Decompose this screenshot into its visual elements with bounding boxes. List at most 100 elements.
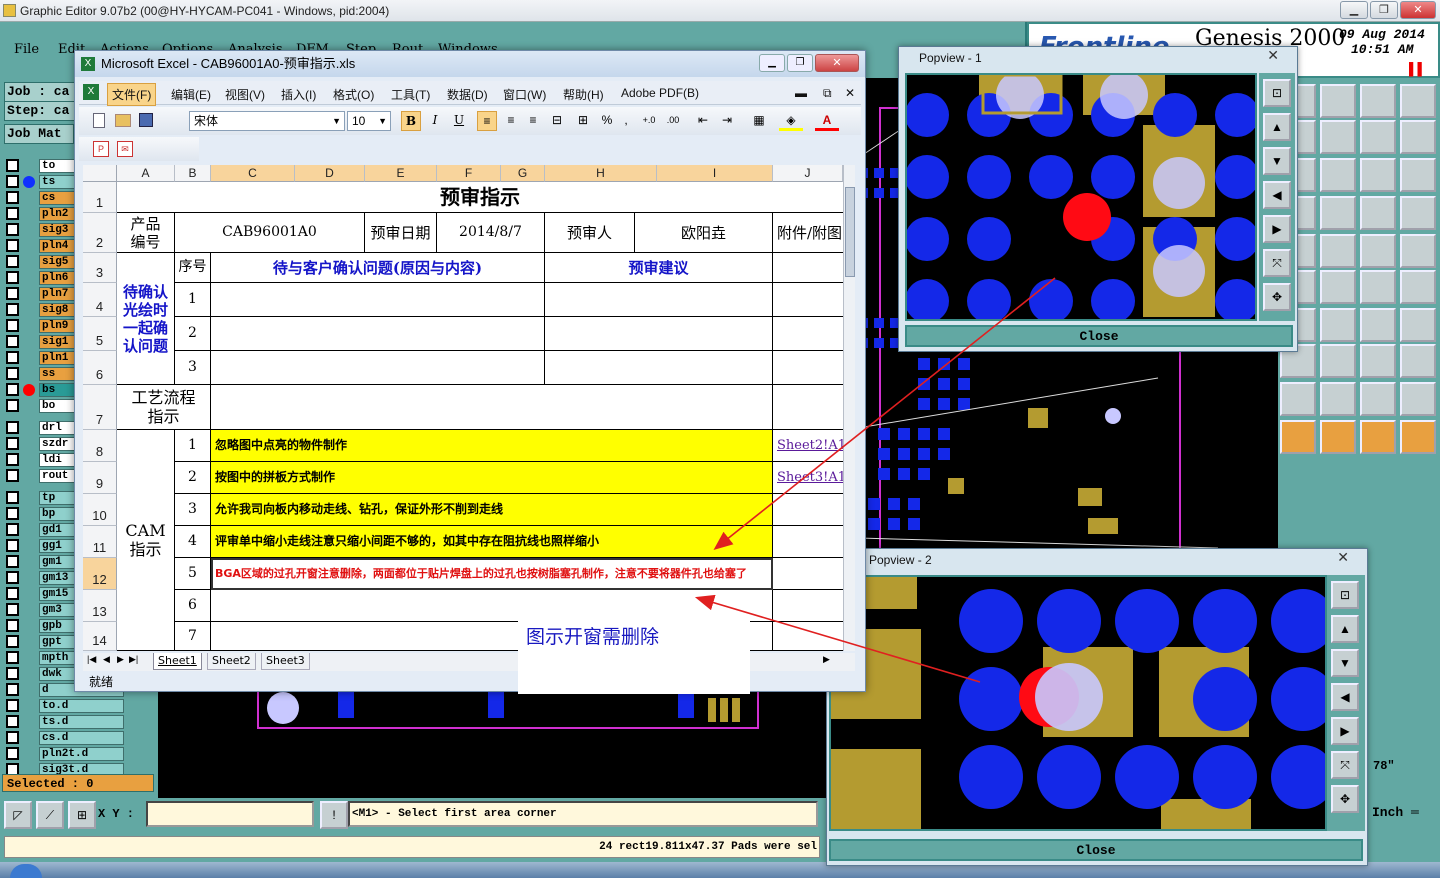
cell[interactable] bbox=[211, 351, 545, 385]
review-date-value-cell[interactable]: 2014/8/7 bbox=[437, 213, 545, 253]
suggestion-header-cell[interactable]: 预审建议 bbox=[545, 253, 773, 283]
layer-checkbox[interactable] bbox=[6, 383, 19, 396]
layer-checkbox[interactable] bbox=[6, 223, 19, 236]
excel-close-button[interactable]: ✕ bbox=[815, 54, 859, 72]
alert-icon[interactable]: ! bbox=[320, 801, 348, 829]
cell[interactable] bbox=[211, 283, 545, 317]
increase-decimal-icon[interactable]: +.0 bbox=[639, 111, 659, 131]
column-header[interactable]: I bbox=[657, 165, 773, 182]
layer-checkbox[interactable] bbox=[6, 539, 19, 552]
italic-button[interactable]: I bbox=[425, 111, 445, 131]
layer-checkbox[interactable] bbox=[6, 587, 19, 600]
layer-checkbox[interactable] bbox=[6, 651, 19, 664]
pan-right-icon[interactable]: ▶ bbox=[1331, 717, 1359, 745]
menu-window[interactable]: 窗口(W) bbox=[503, 86, 546, 103]
column-header[interactable]: G bbox=[501, 165, 545, 182]
layer-checkbox[interactable] bbox=[6, 683, 19, 696]
layer-checkbox[interactable] bbox=[6, 491, 19, 504]
layer-checkbox[interactable] bbox=[6, 159, 19, 172]
bold-button[interactable]: B bbox=[401, 111, 421, 131]
resize-tool-icon[interactable]: ◸ bbox=[4, 801, 32, 829]
popview-1-close-x[interactable]: ✕ bbox=[1267, 47, 1279, 64]
maximize-button[interactable]: ❐ bbox=[1370, 1, 1398, 19]
indent-decrease-icon[interactable]: ⇤ bbox=[693, 111, 713, 131]
layer-checkbox[interactable] bbox=[6, 453, 19, 466]
open-icon[interactable] bbox=[115, 114, 131, 127]
indent-increase-icon[interactable]: ⇥ bbox=[717, 111, 737, 131]
cam-item-cell-selected[interactable]: BGA区域的过孔开窗注意删除，两面都位于贴片焊盘上的过孔也按树脂塞孔制作，注意不… bbox=[211, 558, 773, 590]
tool-button-icon[interactable] bbox=[1400, 196, 1436, 230]
cell[interactable] bbox=[545, 283, 773, 317]
row-header[interactable]: 11 bbox=[83, 526, 117, 558]
reviewer-value-cell[interactable]: 欧阳垚 bbox=[635, 213, 773, 253]
tool-button-icon[interactable] bbox=[1400, 382, 1436, 416]
layer-row[interactable]: cs.d bbox=[6, 730, 124, 745]
layer-checkbox[interactable] bbox=[6, 351, 19, 364]
tool-button-icon[interactable] bbox=[1400, 120, 1436, 154]
prev-sheet-icon[interactable]: ◀ bbox=[103, 654, 110, 665]
tool-button-icon[interactable] bbox=[1360, 84, 1396, 118]
popview-1-canvas[interactable] bbox=[905, 73, 1257, 321]
pan-down-icon[interactable]: ▼ bbox=[1331, 649, 1359, 677]
layer-checkbox[interactable] bbox=[6, 255, 19, 268]
font-size-select[interactable]: 10 ▼ bbox=[347, 111, 391, 131]
seq-label-cell[interactable]: 序号 bbox=[175, 253, 211, 283]
layer-checkbox[interactable] bbox=[6, 239, 19, 252]
tool-button-icon[interactable] bbox=[1320, 234, 1356, 268]
layer-checkbox[interactable] bbox=[6, 667, 19, 680]
layer-row[interactable]: pln2t.d bbox=[6, 746, 124, 761]
tool-button-icon[interactable] bbox=[1320, 308, 1356, 342]
spreadsheet-grid[interactable]: A B C D E F G H I J 1 2 3 4 5 6 7 8 9 10… bbox=[83, 165, 855, 651]
cell[interactable] bbox=[773, 351, 843, 385]
layer-checkbox[interactable] bbox=[6, 271, 19, 284]
row-header[interactable]: 1 bbox=[83, 182, 117, 213]
popview-2-close-x[interactable]: ✕ bbox=[1337, 549, 1349, 566]
cam-seq-cell[interactable]: 7 bbox=[175, 622, 211, 651]
layer-checkbox[interactable] bbox=[6, 319, 19, 332]
reviewer-label-cell[interactable]: 预审人 bbox=[545, 213, 635, 253]
first-sheet-icon[interactable]: |◀ bbox=[87, 654, 96, 665]
minimize-button[interactable]: ▁ bbox=[1340, 1, 1368, 19]
menu-view[interactable]: 视图(V) bbox=[225, 86, 265, 103]
layer-name[interactable]: to.d bbox=[39, 698, 124, 713]
layer-checkbox[interactable] bbox=[6, 603, 19, 616]
sheet-tab-2[interactable]: Sheet2 bbox=[207, 653, 256, 670]
cell[interactable] bbox=[773, 317, 843, 351]
cell[interactable] bbox=[773, 622, 843, 651]
layer-checkbox[interactable] bbox=[6, 191, 19, 204]
row-header[interactable]: 7 bbox=[83, 385, 117, 430]
layer-checkbox[interactable] bbox=[6, 207, 19, 220]
layer-checkbox[interactable] bbox=[6, 437, 19, 450]
close-button[interactable]: ✕ bbox=[1400, 1, 1436, 19]
pdf-convert-icon[interactable]: P bbox=[93, 141, 109, 157]
comma-icon[interactable]: , bbox=[619, 111, 633, 131]
cam-label-cell[interactable]: CAM指示 bbox=[117, 430, 175, 651]
row-header[interactable]: 6 bbox=[83, 351, 117, 385]
confirm-issues-label-cell[interactable]: 待确认光绘时一起确认问题 bbox=[117, 253, 175, 385]
doc-close-icon[interactable]: ✕ bbox=[845, 86, 855, 100]
layer-checkbox[interactable] bbox=[6, 421, 19, 434]
zoom-out-icon[interactable]: ✥ bbox=[1263, 283, 1291, 311]
layer-name[interactable]: cs.d bbox=[39, 730, 124, 745]
cell[interactable] bbox=[773, 253, 843, 283]
tool-button-icon[interactable] bbox=[1360, 120, 1396, 154]
review-date-label-cell[interactable]: 预审日期 bbox=[365, 213, 437, 253]
tool-button-icon[interactable] bbox=[1400, 84, 1436, 118]
column-header[interactable]: B bbox=[175, 165, 211, 182]
menu-file[interactable]: File bbox=[14, 42, 39, 57]
tool-button-icon[interactable] bbox=[1320, 382, 1356, 416]
cell[interactable] bbox=[545, 351, 773, 385]
tool-button-icon[interactable] bbox=[1360, 382, 1396, 416]
menu-adobe-pdf[interactable]: Adobe PDF(B) bbox=[621, 86, 699, 100]
scrollbar-thumb[interactable] bbox=[845, 187, 855, 277]
excel-minimize-button[interactable]: ▁ bbox=[759, 54, 785, 72]
column-header[interactable]: F bbox=[437, 165, 501, 182]
column-header[interactable]: E bbox=[365, 165, 437, 182]
column-header[interactable]: A bbox=[117, 165, 175, 182]
save-icon[interactable] bbox=[139, 113, 153, 127]
sheet-tab-1[interactable]: Sheet1 bbox=[153, 653, 202, 670]
row-header[interactable]: 9 bbox=[83, 462, 117, 494]
tool-button-icon[interactable] bbox=[1320, 84, 1356, 118]
tool-button-icon[interactable] bbox=[1280, 382, 1316, 416]
tool-button-icon[interactable] bbox=[1360, 234, 1396, 268]
